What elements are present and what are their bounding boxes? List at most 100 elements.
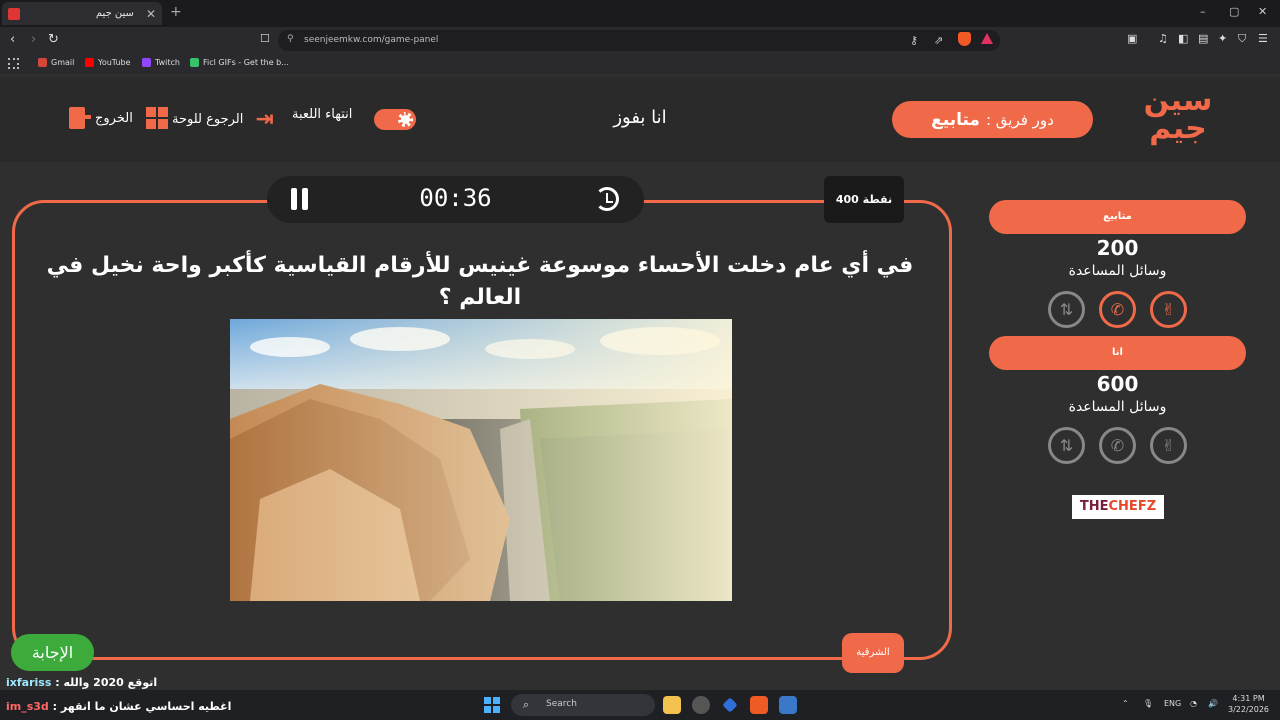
toggle-knob <box>398 112 413 127</box>
apps-icon[interactable] <box>8 58 19 69</box>
chat-message: im_s3d : اغطيه احساسي عشان ما انقهر <box>6 700 232 713</box>
exit-button[interactable]: الخروج <box>69 107 133 129</box>
exit-label: الخروج <box>95 110 133 126</box>
turn-indicator: دور فريق : متابيع <box>892 101 1093 138</box>
back-to-board-button[interactable]: الرجوع للوحة ⇥ <box>172 107 274 132</box>
chat-username: ixfariss <box>6 676 52 689</box>
wallet-icon[interactable]: ▤ <box>1198 32 1208 45</box>
timer-display: 00:36 <box>419 184 492 212</box>
app-icon[interactable] <box>692 696 710 714</box>
forward-icon[interactable]: › <box>31 32 36 47</box>
vpn-icon[interactable]: ⛉ <box>1238 32 1246 46</box>
chat-username: im_s3d <box>6 700 49 713</box>
ficl-icon <box>190 58 199 67</box>
bookmark-icon[interactable]: ☐ <box>260 32 270 45</box>
bookmark-label: Ficl GIFs - Get the b... <box>203 58 289 67</box>
sponsor-logo: THECHEFZ <box>1072 495 1164 519</box>
wifi-icon[interactable]: ◔ <box>1190 699 1197 708</box>
team-name-pill: متابيع <box>989 200 1246 234</box>
bookmark-youtube[interactable]: YouTube <box>85 58 131 67</box>
tray-chevron-icon[interactable]: ⌃ <box>1122 699 1129 708</box>
timer-bar: 00:36 <box>267 176 644 223</box>
game-header: سين جيم دور فريق : متابيع انا بفوز انتها… <box>0 77 1280 162</box>
panel-icon[interactable]: ◧ <box>1178 32 1188 45</box>
site-info-icon[interactable]: ⚲ <box>287 34 294 44</box>
double-points-icon[interactable]: ✌ <box>1150 427 1187 464</box>
search-icon: ⌕ <box>523 698 530 711</box>
arrow-to-bar-icon: ⇥ <box>255 107 274 132</box>
bookmark-gmail[interactable]: Gmail <box>38 58 74 67</box>
taskbar-search[interactable]: ⌕ Search <box>511 694 655 716</box>
team-score: 600 <box>1096 372 1139 396</box>
gmail-icon <box>38 58 47 67</box>
sidebar-icon[interactable]: ▣ <box>1127 32 1137 45</box>
tab-close-icon[interactable]: ✕ <box>146 7 156 21</box>
end-game-label[interactable]: انتهاء اللعبة <box>292 107 352 122</box>
back-to-board-label: الرجوع للوحة <box>172 112 244 127</box>
minimize-button[interactable]: – <box>1200 5 1206 18</box>
sponsor-text: CHEFZ <box>1108 499 1157 514</box>
key-icon[interactable]: ⚷ <box>910 34 918 47</box>
show-answer-button[interactable]: الإجابة <box>11 634 94 671</box>
chat-message: ixfariss : اتوقع 2020 والله <box>6 676 158 689</box>
brave-taskbar-icon[interactable] <box>750 696 768 714</box>
team-name-pill: انا <box>989 336 1246 370</box>
app-icon[interactable] <box>779 696 797 714</box>
reset-timer-icon[interactable] <box>595 187 619 211</box>
brave-shields-icon[interactable] <box>958 32 971 46</box>
bookmark-label: Twitch <box>155 58 180 67</box>
file-explorer-icon[interactable] <box>663 696 681 714</box>
end-game-toggle[interactable] <box>374 109 416 130</box>
bookmark-ficl[interactable]: Ficl GIFs - Get the b... <box>190 58 289 67</box>
team-score: 200 <box>1096 236 1139 260</box>
category-tag[interactable]: الشرقية <box>842 633 904 673</box>
bookmark-twitch[interactable]: Twitch <box>142 58 180 67</box>
reload-icon[interactable]: ↻ <box>48 32 59 47</box>
site-favicon-icon <box>8 7 20 20</box>
call-friend-icon[interactable]: ✆ <box>1099 291 1136 328</box>
close-window-button[interactable]: ✕ <box>1258 5 1267 18</box>
double-points-icon[interactable]: ✌ <box>1150 291 1187 328</box>
browser-nav-bar: ‹ › ↻ ☐ ⚲ seenjeemkw.com/game-panel ⚷ ⇗ … <box>0 27 1280 53</box>
browser-tab-bar: سين جيم ✕ + – ▢ ✕ <box>0 0 1280 27</box>
media-icon[interactable]: ♫ <box>1158 32 1168 45</box>
chat-text: اتوقع 2020 والله <box>63 676 158 689</box>
search-placeholder: Search <box>546 699 577 709</box>
language-indicator[interactable]: ENG <box>1164 699 1181 708</box>
maximize-button[interactable]: ▢ <box>1229 5 1239 18</box>
turn-team-name: متابيع <box>931 109 980 130</box>
brave-rewards-icon[interactable] <box>981 33 993 44</box>
sponsor-text: THE <box>1079 499 1109 514</box>
browser-tab[interactable]: سين جيم ✕ <box>2 2 162 25</box>
swap-question-icon[interactable]: ⇅ <box>1048 427 1085 464</box>
bookmark-label: YouTube <box>98 58 131 67</box>
leo-icon[interactable]: ✦ <box>1218 32 1227 45</box>
chat-text: اغطيه احساسي عشان ما انقهر <box>60 700 232 713</box>
question-text: في أي عام دخلت الأحساء موسوعة غينيس للأر… <box>46 253 914 310</box>
back-icon[interactable]: ‹ <box>10 32 15 47</box>
share-icon[interactable]: ⇗ <box>934 34 943 47</box>
logo-line: جيم <box>1149 111 1207 146</box>
swap-question-icon[interactable]: ⇅ <box>1048 291 1085 328</box>
page-title: انا بفوز <box>613 107 667 128</box>
question-image <box>230 319 732 601</box>
microphone-icon[interactable]: 🎙 <box>1143 699 1153 708</box>
tab-title: سين جيم <box>95 8 134 19</box>
new-tab-button[interactable]: + <box>170 4 182 20</box>
menu-icon[interactable]: ☰ <box>1258 32 1268 45</box>
board-grid-icon[interactable] <box>146 107 168 129</box>
volume-icon[interactable]: 🔊 <box>1208 699 1218 708</box>
address-bar[interactable]: ⚲ seenjeemkw.com/game-panel ⚷ ⇗ <box>278 30 1000 51</box>
points-badge: 400 نقطة <box>824 176 904 223</box>
system-clock[interactable]: 4:31 PM 3/22/2026 <box>1228 693 1269 715</box>
app-icon[interactable] <box>722 697 738 713</box>
call-friend-icon[interactable]: ✆ <box>1099 427 1136 464</box>
exit-door-icon <box>69 107 91 129</box>
bookmark-label: Gmail <box>51 58 75 67</box>
clock-time: 4:31 PM <box>1232 694 1265 703</box>
turn-prefix: دور فريق : <box>985 110 1054 129</box>
helpers-label: وسائل المساعدة <box>1068 399 1167 415</box>
start-icon[interactable] <box>484 697 500 713</box>
youtube-icon <box>85 58 94 67</box>
url-text: seenjeemkw.com/game-panel <box>304 35 439 45</box>
